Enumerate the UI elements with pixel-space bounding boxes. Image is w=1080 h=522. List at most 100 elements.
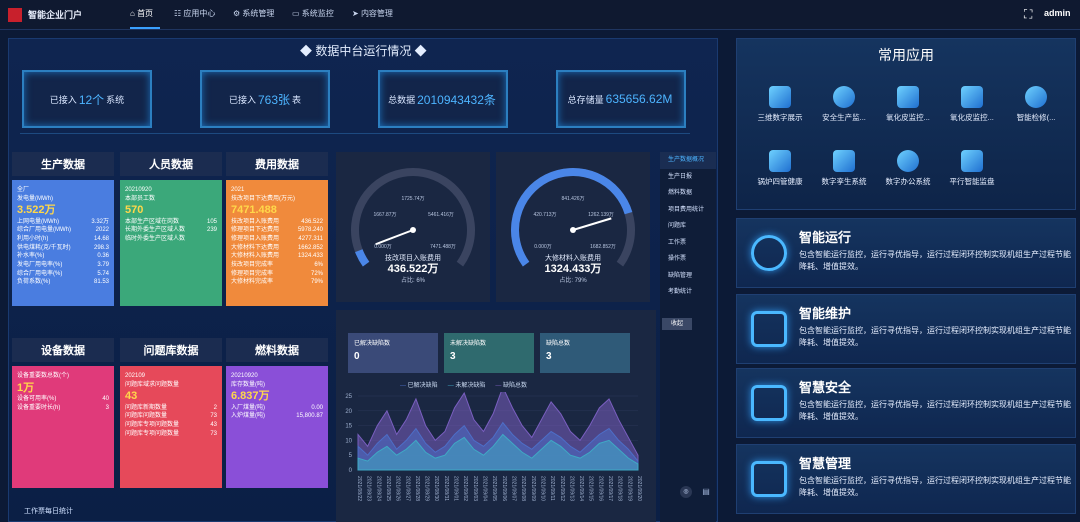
card-row-label: 上网电量(MWh) xyxy=(17,218,59,225)
nav-content[interactable]: ➤ 内容管理 xyxy=(352,8,393,19)
nav-apps-label: 应用中心 xyxy=(183,9,216,18)
card-row: 供电煤耗(克/千瓦时) 298.3 xyxy=(17,244,109,253)
user-name[interactable]: admin xyxy=(1044,8,1071,18)
card-sub: 库存数量(吨) xyxy=(231,381,265,388)
fullscreen-icon[interactable]: ⛶ xyxy=(1024,7,1032,22)
app-bulb[interactable]: 平行智能监盘 xyxy=(940,150,1004,187)
card-row: 本部生产区域在岗数 105 xyxy=(125,218,217,227)
feature-card[interactable]: 智能维护 包含智能运行监控，运行寻优指导，运行过程闭环控制实现机组生产过程节能降耗… xyxy=(736,294,1076,364)
nav-system[interactable]: ⚙ 系统管理 xyxy=(233,8,274,19)
card-row: 问题库新期数量 2 xyxy=(125,404,217,413)
card-row-value: 81.53 xyxy=(93,279,109,286)
logo-icon xyxy=(8,8,22,22)
menu-item[interactable]: 生产日报 xyxy=(660,169,716,186)
x-tick-label: 2021/09/11 xyxy=(549,476,555,501)
prod-title[interactable]: 生产数据 xyxy=(12,152,114,176)
fuel-card[interactable]: 20210920 库存数量(吨) 6.837万 入厂煤量(吨) 0.00 入炉煤量(吨) 1… xyxy=(226,366,328,488)
collapse-button[interactable]: 收起 xyxy=(662,318,692,330)
x-tick-label: 2021/09/07 xyxy=(510,476,516,501)
apps-icon xyxy=(1025,86,1047,108)
card-row: 入厂煤量(吨) 0.00 xyxy=(231,404,323,413)
fuel-title[interactable]: 燃料数据 xyxy=(226,338,328,362)
card-row-label: 入厂煤量(吨) xyxy=(231,404,265,411)
card-row-value: 4277.311 xyxy=(298,236,323,243)
app-monitor-chart[interactable]: 氧化皮监控... xyxy=(876,86,940,123)
app-apps[interactable]: 智能检修(... xyxy=(1004,86,1068,123)
card-row-value: 5978.240 xyxy=(297,227,323,234)
settings-icon[interactable]: ◎ xyxy=(680,486,692,498)
x-tick-label: 2021/08/30 xyxy=(433,476,439,501)
gauge-tick-label: 5461.416万 xyxy=(428,212,454,218)
prod-card[interactable]: 全厂 发电量(MWh) 3.522万 上网电量(MWh) 3.32万 综合厂用电量(MWh… xyxy=(12,180,114,306)
nav-content-label: 内容管理 xyxy=(360,9,393,18)
app-cube[interactable]: 三维数字展示 xyxy=(748,86,812,123)
staff-card[interactable]: 20210920 本部员工数 570 本部生产区域在岗数 105 长期外委生产区域人数 23… xyxy=(120,180,222,306)
card-row: 综合厂用电率(%) 5.74 xyxy=(17,270,109,279)
menu-item[interactable]: 项目费用统计 xyxy=(660,202,716,219)
app-pipe[interactable]: 锅炉四管健康 xyxy=(748,150,812,187)
staff-title[interactable]: 人员数据 xyxy=(120,152,222,176)
legend-label: 已解决缺陷 xyxy=(407,383,438,389)
card-row-label: 供电煤耗(克/千瓦时) xyxy=(17,244,71,251)
card-row-value: 5.74 xyxy=(97,270,109,277)
x-tick-label: 2021/09/13 xyxy=(568,476,574,501)
card-head: 2021 xyxy=(231,187,245,193)
card-row: 入炉煤量(吨) 15,800.87 xyxy=(231,412,323,421)
equip-title[interactable]: 设备数据 xyxy=(12,338,114,362)
menu-item[interactable]: 缺陷管理 xyxy=(660,268,716,285)
app-label: 氧化皮监控... xyxy=(886,113,930,122)
legend-label: 缺陷总数 xyxy=(503,383,528,389)
gauge-rate: 占比: 79% xyxy=(559,276,587,284)
app-label: 平行智能监盘 xyxy=(949,177,995,186)
card-head: 202109 xyxy=(125,373,146,379)
issue-title[interactable]: 问题库数据 xyxy=(120,338,222,362)
gauge-value: 1324.433万 xyxy=(545,262,602,275)
gauge-fill xyxy=(511,168,633,267)
nav-apps[interactable]: ☷ 应用中心 xyxy=(174,8,215,19)
card-row-value: 1324.433 xyxy=(297,253,323,260)
x-tick-label: 2021/09/01 xyxy=(453,476,459,501)
feature-card[interactable]: 智慧管理 包含智能运行监控，运行寻优指导，运行过程闭环控制实现机组生产过程节能降耗… xyxy=(736,444,1076,514)
cost-card[interactable]: 2021 技改项目下达费用(万元) 7471.488 技改项目入账费用 436.522 修… xyxy=(226,180,328,306)
menu-item[interactable]: 问题库 xyxy=(660,218,716,235)
issue-card[interactable]: 202109 问题库域求问题数量 43 问题库新期数量 2 问题库问题数量 73 问题库专项问… xyxy=(120,366,222,488)
gauge-title: 大修材料入账费用 xyxy=(545,253,601,262)
y-tick-label: 5 xyxy=(349,453,353,459)
card-row-value: 79% xyxy=(310,279,323,286)
app-timer[interactable]: 数字办公系统 xyxy=(876,150,940,187)
feature-card[interactable]: 智慧安全 包含智能运行监控，运行寻优指导，运行过程闭环控制实现机组生产过程节能降耗… xyxy=(736,368,1076,438)
menu-item[interactable]: 工作票 xyxy=(660,235,716,252)
dc-box-storage: 总存储量 635656.62M xyxy=(556,70,686,128)
menu-item[interactable]: 生产数据概况 xyxy=(660,152,716,169)
card-row-value: 0.36 xyxy=(97,253,109,260)
x-tick-label: 2021/09/02 xyxy=(462,476,468,501)
top-bar xyxy=(0,0,1080,30)
menu-item[interactable]: 燃料数据 xyxy=(660,185,716,202)
menu-item[interactable]: 考勤统计 xyxy=(660,284,716,301)
nav-monitor[interactable]: ▭ 系统监控 xyxy=(292,8,334,19)
card-row-value: 43 xyxy=(210,422,217,429)
card-row-value: 40 xyxy=(102,395,109,402)
menu-item[interactable]: 操作票 xyxy=(660,251,716,268)
card-row: 修理项目下达费用 5978.240 xyxy=(231,226,323,235)
app-label: 三维数字展示 xyxy=(757,113,803,122)
gauge-track xyxy=(351,168,475,267)
app-bar-chart[interactable]: 安全生产监... xyxy=(812,86,876,123)
app-layers[interactable]: 氧化皮监控... xyxy=(940,86,1004,123)
x-tick-label: 2021/09/08 xyxy=(520,476,526,501)
cost-title[interactable]: 费用数据 xyxy=(226,152,328,176)
legend-item: — 已解决缺陷 xyxy=(400,383,438,389)
x-tick-label: 2021/08/25 xyxy=(385,476,391,501)
card-row-label: 问题库专项问题数量 xyxy=(125,430,180,437)
chart-legend: — 已解决缺陷 — 未解决缺陷 — 缺陷总数 xyxy=(400,380,537,389)
card-row-label: 大修材料下达费用 xyxy=(231,244,280,251)
feature-desc: 包含智能运行监控，运行寻优指导，运行过程闭环控制实现机组生产过程节能降耗、增值提… xyxy=(799,476,1071,497)
card-row-value: 436.522 xyxy=(301,218,323,225)
document-icon[interactable]: ▤ xyxy=(700,486,712,498)
card-row-value: 73 xyxy=(210,430,217,437)
app-label: 锅炉四管健康 xyxy=(757,177,803,186)
equip-card[interactable]: 设备重要数总数(个) 1万 设备可用率(%) 40 设备重要时长(h) 3 xyxy=(12,366,114,488)
nav-home[interactable]: ⌂ 首页 xyxy=(130,8,153,19)
feature-card[interactable]: 智能运行 包含智能运行监控，运行寻优指导，运行过程闭环控制实现机组生产过程节能降耗… xyxy=(736,218,1076,288)
app-target[interactable]: 数字孪生系统 xyxy=(812,150,876,187)
